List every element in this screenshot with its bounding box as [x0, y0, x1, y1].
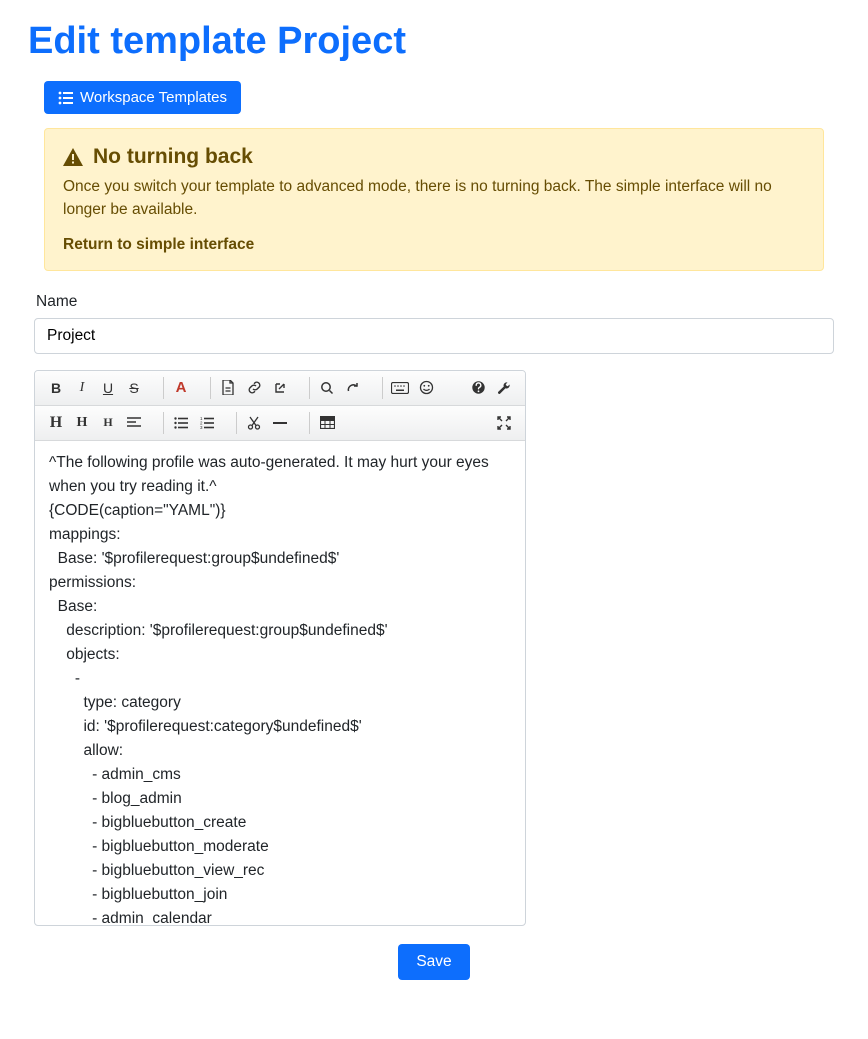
align-button[interactable]	[121, 410, 147, 436]
save-button[interactable]: Save	[398, 944, 469, 980]
toolbar-row-2: H H H 123	[35, 406, 525, 441]
separator	[163, 377, 164, 399]
separator	[163, 412, 164, 434]
cut-button[interactable]	[241, 410, 267, 436]
keyboard-icon[interactable]	[387, 375, 413, 401]
link-button[interactable]	[241, 375, 267, 401]
alert-title-text: No turning back	[93, 145, 253, 169]
h1-button[interactable]: H	[43, 410, 69, 436]
name-input[interactable]	[34, 318, 834, 354]
bold-button[interactable]: B	[43, 375, 69, 401]
bullet-list-button[interactable]	[168, 410, 194, 436]
strike-button[interactable]: S	[121, 375, 147, 401]
search-button[interactable]	[314, 375, 340, 401]
numbered-list-button[interactable]: 123	[194, 410, 220, 436]
name-label: Name	[36, 293, 834, 311]
list-icon	[58, 91, 80, 105]
svg-text:3: 3	[200, 425, 203, 429]
help-button[interactable]	[465, 375, 491, 401]
text-color-button[interactable]: A	[168, 375, 194, 401]
separator	[309, 377, 310, 399]
page-title: Edit template Project	[28, 20, 840, 63]
alert-body: Once you switch your template to advance…	[63, 175, 805, 222]
hr-button[interactable]	[267, 410, 293, 436]
separator	[210, 377, 211, 399]
separator	[236, 412, 237, 434]
separator	[309, 412, 310, 434]
editor-textarea[interactable]: ^The following profile was auto-generate…	[35, 441, 525, 925]
wrench-icon[interactable]	[491, 375, 517, 401]
rich-text-editor: B I U S A	[34, 370, 526, 926]
redo-button[interactable]	[340, 375, 366, 401]
fullscreen-button[interactable]	[491, 410, 517, 436]
alert-title: No turning back	[63, 145, 805, 169]
italic-button[interactable]: I	[69, 375, 95, 401]
separator	[382, 377, 383, 399]
toolbar-row-1: B I U S A	[35, 371, 525, 406]
h2-button[interactable]: H	[69, 410, 95, 436]
workspace-templates-label: Workspace Templates	[80, 89, 227, 106]
return-simple-link[interactable]: Return to simple interface	[63, 236, 254, 253]
warning-icon	[63, 148, 93, 166]
workspace-templates-button[interactable]: Workspace Templates	[44, 81, 241, 114]
table-button[interactable]	[314, 410, 340, 436]
emoji-button[interactable]	[413, 375, 439, 401]
h3-button[interactable]: H	[95, 410, 121, 436]
external-link-button[interactable]	[267, 375, 293, 401]
warning-alert: No turning back Once you switch your tem…	[44, 128, 824, 271]
file-button[interactable]	[215, 375, 241, 401]
underline-button[interactable]: U	[95, 375, 121, 401]
